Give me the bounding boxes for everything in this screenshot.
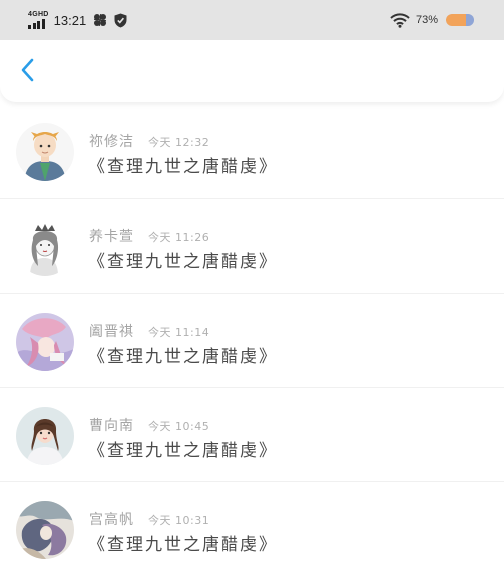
post-time: 今天 10:31: [148, 514, 210, 527]
book-title: 《查理九世之唐醋虔》: [88, 347, 278, 367]
post-time: 今天 11:26: [148, 231, 210, 244]
photo-girl-avatar: [16, 407, 74, 465]
item-meta: 祢修洁 今天 12:32: [89, 131, 209, 151]
author-name: 曹向南: [89, 418, 134, 434]
signal-bars: [28, 19, 46, 29]
anime-girl-avatar: [16, 313, 74, 371]
list-item[interactable]: 养卡萱 今天 11:26 《查理九世之唐醋虔》: [0, 199, 504, 292]
list-item[interactable]: 宫高帆 今天 10:31 《查理九世之唐醋虔》: [0, 482, 504, 575]
cartoon-boy-avatar: [16, 123, 74, 181]
back-button[interactable]: [12, 54, 44, 86]
item-meta: 宫高帆 今天 10:31: [89, 509, 209, 529]
book-title: 《查理九世之唐醋虔》: [88, 441, 278, 461]
post-time: 今天 12:32: [148, 136, 210, 149]
book-title: 《查理九世之唐醋虔》: [88, 252, 278, 272]
sketch-girl-avatar: [16, 218, 74, 276]
list-item[interactable]: 阖晋祺 今天 11:14 《查理九世之唐醋虔》: [0, 294, 504, 387]
item-meta: 曹向南 今天 10:45: [89, 415, 209, 435]
battery-icon: [446, 14, 474, 26]
author-name: 宫高帆: [89, 512, 134, 528]
battery-fill: [446, 14, 467, 26]
status-bar: 4GHD 13:21 73%: [0, 0, 504, 40]
wifi-icon: [390, 12, 410, 28]
item-meta: 养卡萱 今天 11:26: [89, 226, 209, 246]
network-type: 4GHD: [28, 11, 49, 18]
post-time: 今天 11:14: [148, 326, 210, 339]
battery-remaining: [466, 14, 474, 26]
item-meta: 阖晋祺 今天 11:14: [89, 321, 209, 341]
author-name: 祢修洁: [89, 134, 134, 150]
shield-icon: [114, 13, 127, 28]
signal-icon: 4GHD: [28, 11, 49, 29]
author-name: 阖晋祺: [89, 324, 134, 340]
illustration-avatar: [16, 501, 74, 559]
battery-percent: 73%: [415, 14, 438, 26]
book-title: 《查理九世之唐醋虔》: [88, 157, 278, 177]
post-time: 今天 10:45: [148, 420, 210, 433]
status-left: 4GHD 13:21: [28, 9, 134, 31]
author-name: 养卡萱: [89, 229, 134, 245]
status-time: 13:21: [53, 12, 87, 28]
list-item[interactable]: 祢修洁 今天 12:32 《查理九世之唐醋虔》: [0, 104, 504, 197]
pinwheel-icon: [93, 13, 107, 27]
list-item[interactable]: 曹向南 今天 10:45 《查理九世之唐醋虔》: [0, 388, 504, 481]
nav-bar: [0, 40, 504, 102]
book-title: 《查理九世之唐醋虔》: [88, 535, 278, 555]
chevron-left-icon: [21, 58, 34, 82]
status-right: 73%: [390, 9, 474, 31]
